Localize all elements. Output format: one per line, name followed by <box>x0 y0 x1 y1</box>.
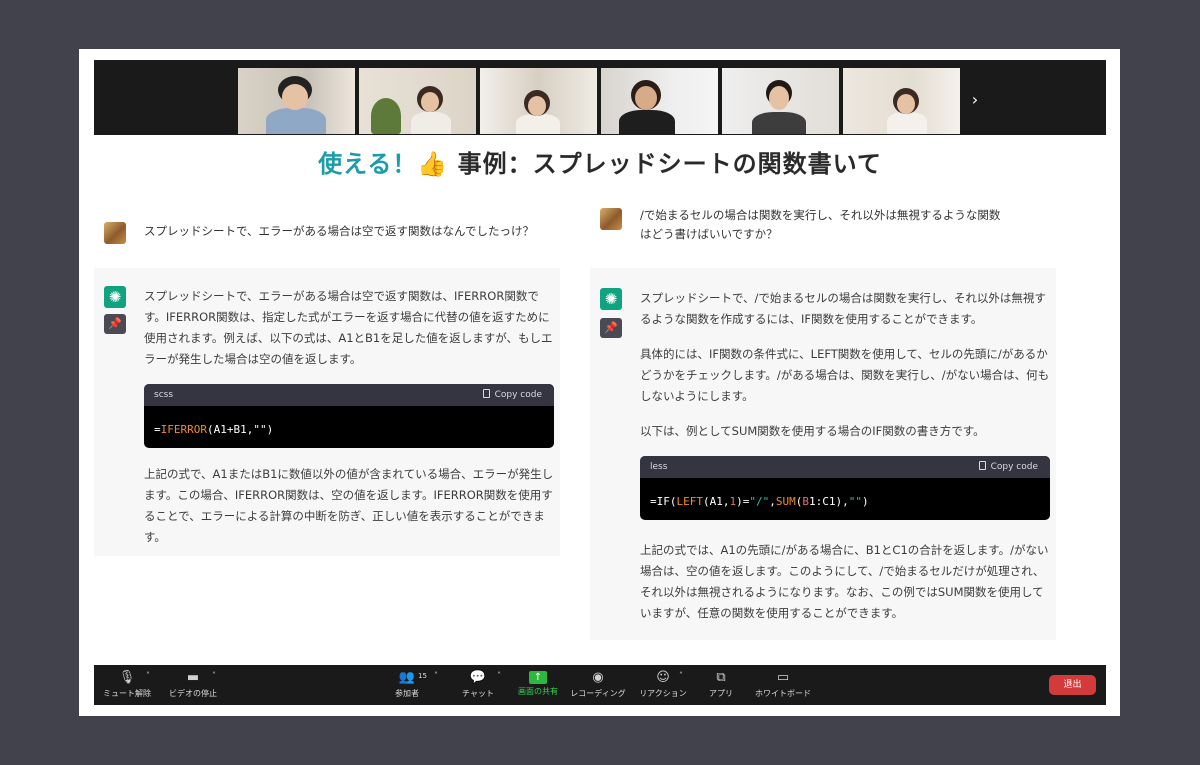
user-message: /で始まるセルの場合は関数を実行し、それ以外は無視するような関数はどう書けばいい… <box>590 200 1056 268</box>
copy-code-label: Copy code <box>990 462 1038 472</box>
user-question: スプレッドシートで、エラーがある場合は空で返す関数はなんでしたっけ？ <box>144 224 534 238</box>
share-screen-button[interactable]: ↑ 画面の共有 <box>514 665 562 705</box>
participant-video-4[interactable] <box>601 68 718 134</box>
code-text: =IF(LEFT(A1,1)="/",SUM(B1:C1),"") <box>640 478 1050 520</box>
code-token: "" <box>848 495 862 508</box>
code-token: SUM <box>775 495 796 508</box>
record-button[interactable]: ◉ レコーディング <box>570 665 626 705</box>
participants-button[interactable]: 👥 参加者 <box>390 665 424 705</box>
stop-video-label: ビデオの停止 <box>169 689 217 698</box>
chevron-up-icon[interactable]: ˄ <box>434 671 438 680</box>
answer-paragraph: 上記の式で、A1またはB1に数値以外の値が含まれている場合、エラーが発生します。… <box>144 467 554 544</box>
reactions-label: リアクション <box>639 689 687 698</box>
answer-paragraph: 上記の式では、A1の先頭に/がある場合に、B1とC1の合計を返します。/がない場… <box>640 543 1049 620</box>
participant-video-3[interactable] <box>480 68 597 134</box>
chatgpt-logo-icon: ✺ <box>104 286 126 308</box>
code-token: (A1+B1,"") <box>206 423 274 436</box>
copy-code-button[interactable]: Copy code <box>482 384 542 406</box>
record-label: レコーディング <box>570 689 626 698</box>
code-token: "/" <box>749 495 770 508</box>
title-main: 事例：スプレッドシートの関数書いて <box>457 150 882 178</box>
chat-label: チャット <box>462 689 494 698</box>
code-token: ) <box>862 495 869 508</box>
code-token: , <box>769 495 776 508</box>
apps-label: アプリ <box>709 689 733 698</box>
share-screen-icon: ↑ <box>529 671 547 684</box>
answer-paragraph: スプレッドシートで、エラーがある場合は空で返す関数は、IFERROR関数です。I… <box>144 289 553 366</box>
code-language: scss <box>154 390 174 400</box>
answer-paragraph: スプレッドシートで、/で始まるセルの場合は関数を実行し、それ以外は無視するような… <box>640 291 1046 326</box>
chat-column-right: /で始まるセルの場合は関数を実行し、それ以外は無視するような関数はどう書けばいい… <box>590 200 1056 640</box>
thumbs-up-emoji: 👍 <box>417 150 449 178</box>
code-token: )= <box>736 495 750 508</box>
answer-paragraph: 以下は、例としてSUM関数を使用する場合のIF関数の書き方です。 <box>640 424 985 438</box>
chevron-right-icon[interactable]: › <box>968 90 982 109</box>
clipboard-icon <box>482 389 490 398</box>
assistant-message: ✺ 📌 スプレッドシートで、/で始まるセルの場合は関数を実行し、それ以外は無視す… <box>590 268 1056 640</box>
assistant-content: スプレッドシートで、エラーがある場合は空で返す関数は、IFERROR関数です。I… <box>144 286 554 562</box>
code-header: less Copy code <box>640 456 1050 478</box>
chevron-up-icon[interactable]: ˄ <box>497 671 501 680</box>
leave-meeting-button[interactable]: 退出 <box>1049 675 1096 695</box>
copy-code-button[interactable]: Copy code <box>978 456 1038 478</box>
code-token: IFERROR <box>160 423 207 436</box>
chat-button[interactable]: 💬 チャット <box>460 665 496 705</box>
user-question: /で始まるセルの場合は関数を実行し、それ以外は無視するような関数はどう書けばいい… <box>640 208 1001 241</box>
chat-column-left: スプレッドシートで、エラーがある場合は空で返す関数はなんでしたっけ？ ✺ 📌 ス… <box>94 200 560 556</box>
zoom-meeting-window: › 使える！👍 事例：スプレッドシートの関数書いて スプレッドシートで、エラーが… <box>94 60 1106 705</box>
whiteboard-button[interactable]: ▭ ホワイトボード <box>752 665 814 705</box>
participant-video-5[interactable] <box>722 68 839 134</box>
unmute-label: ミュート解除 <box>103 689 151 698</box>
pin-icon[interactable]: 📌 <box>104 314 126 334</box>
code-token: B <box>802 495 809 508</box>
share-screen-label: 画面の共有 <box>518 687 558 696</box>
participant-video-1[interactable] <box>238 68 355 134</box>
assistant-content: スプレッドシートで、/で始まるセルの場合は関数を実行し、それ以外は無視するような… <box>640 288 1050 638</box>
code-token: LEFT <box>676 495 704 508</box>
pin-icon[interactable]: 📌 <box>600 318 622 338</box>
code-token: = <box>154 423 161 436</box>
participant-strip: › <box>94 60 1106 135</box>
code-token: =IF( <box>650 495 677 508</box>
clipboard-icon <box>978 461 986 470</box>
copy-code-label: Copy code <box>494 390 542 400</box>
chevron-up-icon[interactable]: ˄ <box>146 671 150 680</box>
slide-title: 使える！👍 事例：スプレッドシートの関数書いて <box>94 144 1106 179</box>
chat-bubble-icon: 💬 <box>469 670 487 685</box>
user-avatar <box>104 222 126 244</box>
participants-count: 15 <box>418 672 427 680</box>
chatgpt-logo-icon: ✺ <box>600 288 622 310</box>
code-token: (A1, <box>703 495 730 508</box>
code-block: less Copy code =IF(LEFT(A1,1)="/",SUM(B1… <box>640 456 1050 520</box>
code-text: =IFERROR(A1+B1,"") <box>144 406 554 448</box>
chevron-up-icon[interactable]: ˄ <box>212 671 216 680</box>
record-icon: ◉ <box>592 670 604 685</box>
apps-button[interactable]: ⧉ アプリ <box>704 665 738 705</box>
code-header: scss Copy code <box>144 384 554 406</box>
whiteboard-icon: ▭ <box>776 670 790 685</box>
user-avatar <box>600 208 622 230</box>
meeting-toolbar: 🎙 ミュート解除 ˄ ▬ ビデオの停止 ˄ 👥 参加者 15 ˄ 💬 チャット … <box>94 665 1106 705</box>
participants-label: 参加者 <box>395 689 419 698</box>
assistant-message: ✺ 📌 スプレッドシートで、エラーがある場合は空で返す関数は、IFERROR関数… <box>94 268 560 556</box>
user-message: スプレッドシートで、エラーがある場合は空で返す関数はなんでしたっけ？ <box>94 200 560 256</box>
code-token: 1:C1), <box>809 495 849 508</box>
whiteboard-label: ホワイトボード <box>755 689 811 698</box>
code-language: less <box>650 462 668 472</box>
participant-video-2[interactable] <box>359 68 476 134</box>
title-accent: 使える！ <box>318 150 418 178</box>
chevron-up-icon[interactable]: ˄ <box>679 671 683 680</box>
apps-icon: ⧉ <box>716 670 726 685</box>
code-block: scss Copy code =IFERROR(A1+B1,"") <box>144 384 554 448</box>
participant-video-6[interactable] <box>843 68 960 134</box>
answer-paragraph: 具体的には、IF関数の条件式に、LEFT関数を使用して、セルの先頭に/があるかど… <box>640 347 1050 403</box>
